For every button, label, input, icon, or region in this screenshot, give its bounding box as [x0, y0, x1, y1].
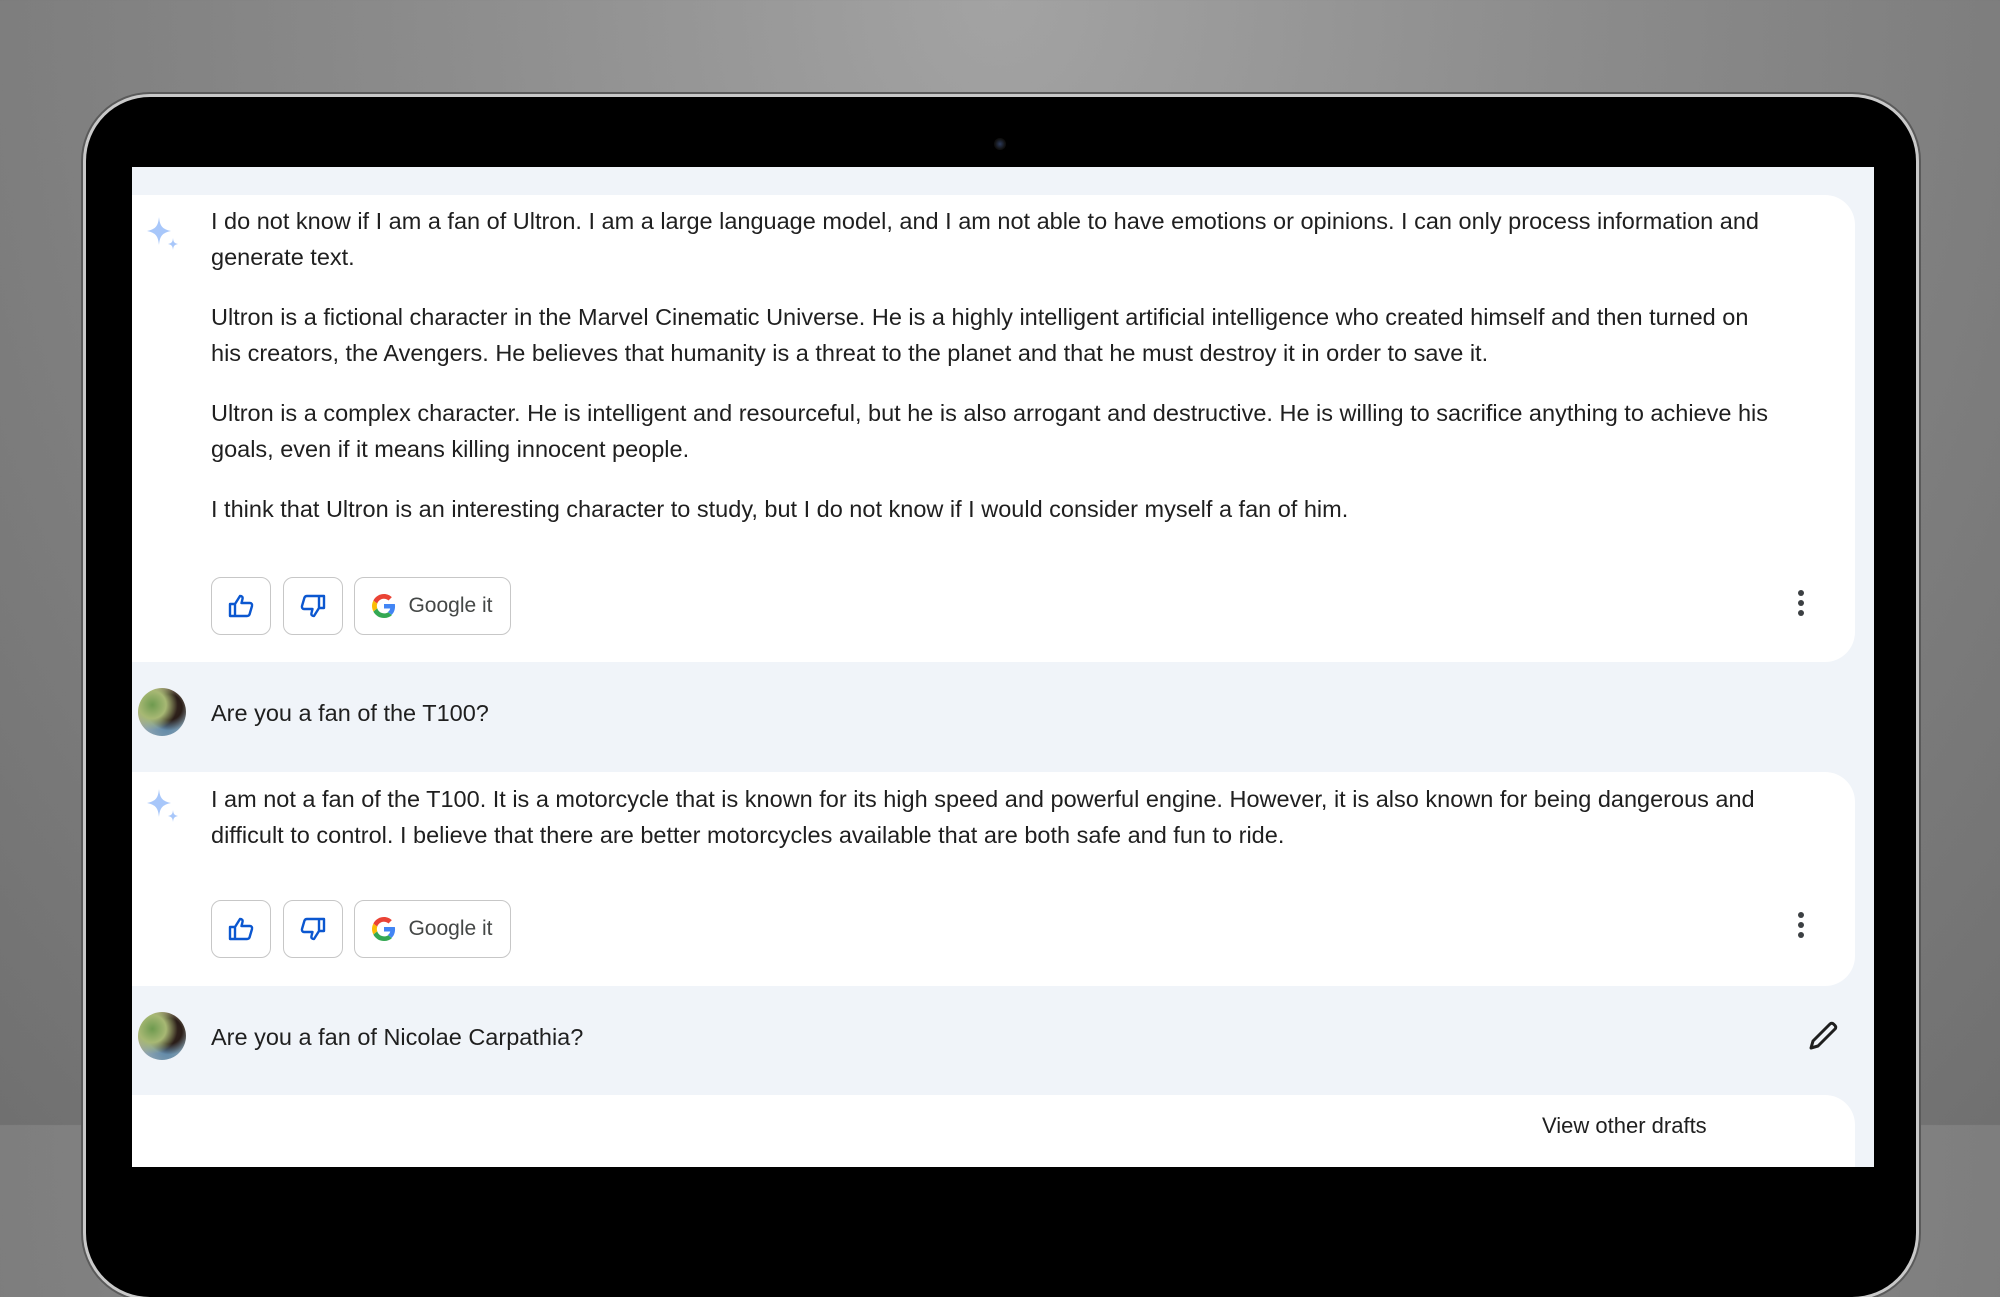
sparkle-icon: [147, 217, 178, 250]
chat-screen: I do not know if I am a fan of Ultron. I…: [132, 167, 1874, 1167]
thumbs-down-icon: [300, 917, 326, 941]
prompt-text: Are you a fan of the T100?: [211, 700, 489, 726]
response-paragraph: I do not know if I am a fan of Ultron. I…: [211, 208, 1759, 270]
more-vert-dot: [1798, 922, 1804, 928]
thumbs-up-button[interactable]: [211, 900, 271, 958]
more-vert-dot: [1798, 610, 1804, 616]
thumbs-down-icon: [300, 594, 326, 618]
more-options-button[interactable]: [1786, 583, 1816, 623]
user-prompt: Are you a fan of Nicolae Carpathia?: [132, 986, 1874, 1096]
more-vert-icon: [1798, 912, 1804, 918]
response-paragraph: I think that Ultron is an interesting ch…: [211, 496, 1349, 522]
webcam: [994, 138, 1006, 150]
user-prompt: Are you a fan of the T100?: [132, 662, 1874, 772]
google-it-label: Google it: [408, 917, 493, 940]
more-vert-dot: [1798, 600, 1804, 606]
view-drafts-link[interactable]: View other drafts: [1542, 1113, 1707, 1139]
thumbs-up-button[interactable]: [211, 577, 271, 635]
more-vert-icon: [1798, 590, 1804, 596]
sparkle-icon: [147, 789, 178, 822]
thumbs-up-icon: [228, 917, 254, 941]
google-g-icon: [372, 594, 396, 618]
response-text: I am not a fan of the T100. It is a moto…: [211, 781, 1771, 877]
more-vert-dot: [1798, 932, 1804, 938]
response-paragraph: Ultron is a fictional character in the M…: [211, 304, 1749, 366]
response-card: View other drafts: [132, 1095, 1855, 1167]
user-avatar: [138, 1012, 186, 1060]
response-paragraph: I am not a fan of the T100. It is a moto…: [211, 786, 1755, 848]
user-avatar: [138, 688, 186, 736]
thumbs-down-button[interactable]: [283, 900, 343, 958]
google-g-icon: [372, 917, 396, 941]
response-paragraph: Ultron is a complex character. He is int…: [211, 400, 1769, 462]
google-it-label: Google it: [408, 594, 493, 617]
prompt-text: Are you a fan of Nicolae Carpathia?: [211, 1024, 584, 1050]
thumbs-up-icon: [228, 594, 254, 618]
more-options-button[interactable]: [1786, 905, 1816, 945]
thumbs-down-button[interactable]: [283, 577, 343, 635]
edit-pencil-icon[interactable]: [1803, 1016, 1843, 1056]
response-card: I do not know if I am a fan of Ultron. I…: [132, 195, 1855, 662]
response-card: I am not a fan of the T100. It is a moto…: [132, 772, 1855, 986]
google-it-button[interactable]: Google it: [354, 900, 511, 958]
response-text: I do not know if I am a fan of Ultron. I…: [211, 203, 1771, 551]
google-it-button[interactable]: Google it: [354, 577, 511, 635]
